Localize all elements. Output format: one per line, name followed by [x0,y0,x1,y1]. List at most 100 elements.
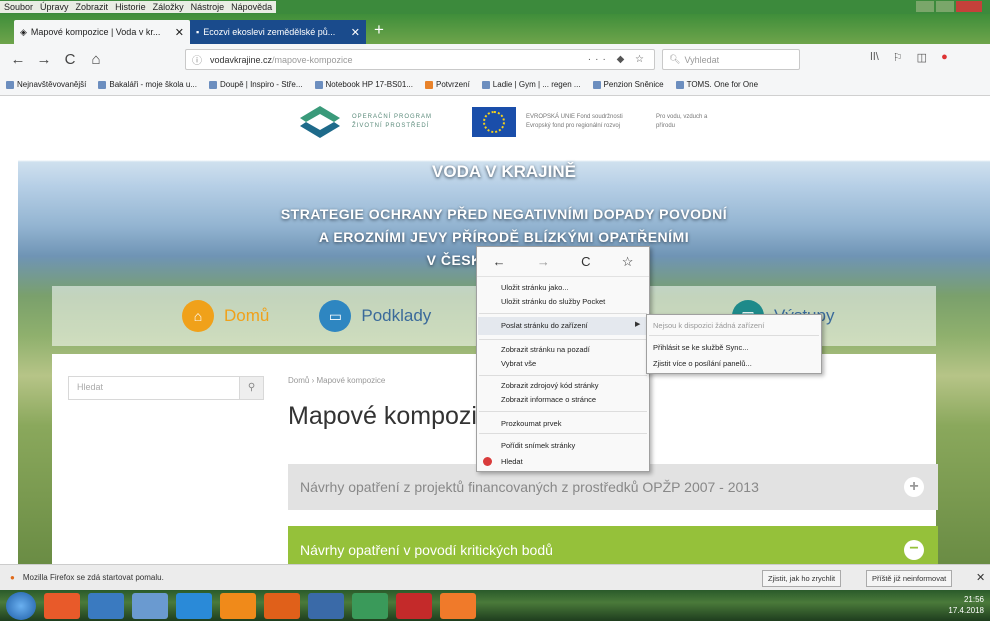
site-search-input[interactable]: Hledat [69,377,239,399]
bookmark-item[interactable]: Bakaláři - moje škola u... [98,80,197,89]
breadcrumb[interactable]: Domů › Mapové kompozice [288,376,385,385]
firefox-icon: ● [10,573,15,582]
search-bar[interactable]: 🔍︎ Vyhledat [662,49,800,70]
taskbar-app-icon[interactable] [44,592,80,619]
bookmark-item[interactable]: Notebook HP 17-BS01... [314,80,413,89]
bookmark-icon [425,80,433,89]
clock-date: 17.4.2018 [948,606,984,615]
ctx-send-to-device[interactable]: Poslat stránku do zařízení [501,321,588,330]
menu-file[interactable]: Soubor [4,2,33,12]
sub-sync-login[interactable]: Přihlásit se ke službě Sync... [653,343,748,352]
menu-bookmarks[interactable]: Záložky [153,2,184,12]
menu-tools[interactable]: Nástroje [191,2,225,12]
eu-text: EVROPSKÁ UNIE Fond soudržnosti Evropský … [526,114,623,129]
new-tab-button[interactable]: + [374,20,384,40]
menu-edit[interactable]: Úpravy [40,2,69,12]
url-host: vodavkrajine.cz [210,54,273,65]
ctx-screenshot[interactable]: Pořídit snímek stránky [501,441,575,450]
taskbar-app-icon[interactable] [220,592,256,619]
tab-ecozvi[interactable]: ▪ Ecozvi ekoslevi zemědělské pů... ✕ [190,20,366,44]
speed-up-button[interactable]: Zjistit, jak ho zrychlit [762,570,842,587]
reload-icon[interactable]: C [581,254,590,269]
ctx-inspect-element[interactable]: Prozkoumat prvek [501,419,561,428]
accordion-kriticke-body[interactable]: Návrhy opatření v povodí kritických bodů… [288,526,938,564]
bookmark-item[interactable]: Doupě | Inspiro - Stře... [208,80,303,89]
bookmark-item[interactable]: Nejnavštěvovanější [6,80,86,89]
taskbar-app-icon[interactable] [88,592,124,619]
accordion-kriticke-body-label: Návrhy opatření v povodí kritických bodů [300,542,553,558]
sub-learn-more[interactable]: Zjistit více o posílání panelů... [653,359,752,368]
tab-close-icon[interactable]: ✕ [175,26,184,39]
taskbar-app-icon[interactable] [132,592,168,619]
separator [479,433,647,434]
menu-help[interactable]: Nápověda [231,2,272,12]
back-arrow-icon[interactable]: ← [493,254,506,269]
close-icon[interactable]: ✕ [976,571,985,584]
taskbar-app-icon[interactable] [264,592,300,619]
window-close-button[interactable] [956,1,982,12]
ctx-view-source[interactable]: Zobrazit zdrojový kód stránky [501,381,599,390]
bookmark-label: Ladie | Gym | ... regen ... [492,80,581,89]
bookmark-item[interactable]: TOMS. One for One [675,80,758,89]
opzp-logo[interactable] [298,104,342,140]
bookmark-icon [314,80,323,89]
sidebar-icon[interactable]: ◫ [917,51,927,64]
library-icon[interactable]: ǀǀ\ [870,51,879,64]
home-button[interactable]: ⌂ [88,51,104,68]
url-text[interactable]: vodavkrajine.cz/mapove-kompozice [210,55,588,65]
tab-close-icon[interactable]: ✕ [351,26,360,39]
taskbar-app-icon[interactable] [176,592,212,619]
menu-view[interactable]: Zobrazit [76,2,109,12]
taskbar-firefox-icon[interactable] [440,592,476,619]
reload-button[interactable]: C [62,51,78,68]
page-actions-icon[interactable]: ··· ◆ ☆ [588,54,648,65]
taskbar-app-icon[interactable] [396,592,432,619]
chevron-right-icon: ▶ [635,321,641,328]
dont-inform-button[interactable]: Příště již neinformovat [866,570,953,587]
ctx-select-all[interactable]: Vybrat vše [501,359,536,368]
addon-icon[interactable]: ● [941,51,948,64]
menu-history[interactable]: Historie [115,2,146,12]
minus-icon[interactable]: − [904,540,924,560]
taskbar: 21:56 17.4.2018 [0,590,990,621]
taskbar-app-icon[interactable] [352,592,388,619]
taskbar-app-icon[interactable] [308,592,344,619]
bookmark-icon [675,80,684,89]
hero-subtitle-line1: STRATEGIE OCHRANY PŘED NEGATIVNÍMI DOPAD… [280,206,728,222]
bookmark-item[interactable]: Potvrzení [425,80,470,89]
bookmark-item[interactable]: Ladie | Gym | ... regen ... [481,80,581,89]
system-tray[interactable]: 21:56 17.4.2018 [948,594,984,616]
forward-arrow-icon[interactable]: → [537,254,550,269]
tab-mapove-kompozice[interactable]: ◈ Mapové kompozice | Voda v kr... ✕ [14,20,190,44]
window-controls [916,1,982,12]
nav-podklady[interactable]: ▭ Podklady [319,300,431,332]
ctx-save-to-pocket[interactable]: Uložit stránku do služby Pocket [501,297,605,306]
eu-flag-icon [472,107,516,137]
ctx-view-background[interactable]: Zobrazit stránku na pozadí [501,345,590,354]
separator [479,411,647,412]
ctx-save-page[interactable]: Uložit stránku jako... [501,283,569,292]
info-icon[interactable]: ⓘ [192,52,202,67]
navigation-bar: ← → C ⌂ ⓘ vodavkrajine.cz/mapove-kompozi… [0,44,990,74]
tab-title: Ecozvi ekoslevi zemědělské pů... [203,27,336,37]
ctx-page-info[interactable]: Zobrazit informace o stránce [501,395,596,404]
ctx-search[interactable]: Hledat [501,457,523,466]
back-button[interactable]: ← [10,51,26,68]
bookmark-icon [481,80,490,89]
search-icon[interactable]: ⚲ [239,377,263,399]
maximize-button[interactable] [936,1,954,12]
eu-tagline: Pro vodu, vzduch a přírodu [656,114,708,129]
plus-icon[interactable]: + [904,477,924,497]
bookmark-item[interactable]: Penzion Sněnice [592,80,664,89]
flag-icon[interactable]: ⚐ [893,51,903,64]
bookmark-star-icon[interactable]: ☆ [622,254,634,270]
url-path: /mapove-kompozice [272,54,353,65]
minimize-button[interactable] [916,1,934,12]
bookmark-icon [592,80,601,89]
forward-button[interactable]: → [36,51,52,68]
nav-home[interactable]: ⌂ Domů [182,300,269,332]
url-bar[interactable]: ⓘ vodavkrajine.cz/mapove-kompozice ··· ◆… [185,49,655,70]
start-button[interactable] [6,591,36,620]
toolbar-right: ǀǀ\ ⚐ ◫ ● [870,51,948,64]
separator [649,335,819,336]
